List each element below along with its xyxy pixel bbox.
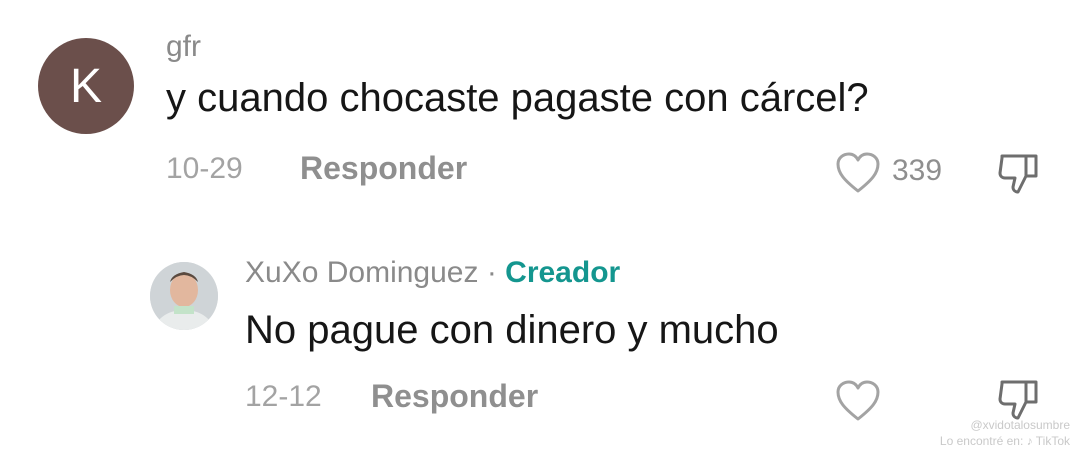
watermark-handle: @xvidotalosumbre [970,418,1070,432]
dislike-icon[interactable] [996,150,1040,196]
heart-icon[interactable] [834,150,882,194]
avatar[interactable]: K [38,38,134,134]
reply-button[interactable]: Responder [300,150,467,187]
comment-text: No pague con dinero y mucho [245,308,779,352]
comment-text: y cuando chocaste pagaste con cárcel? [166,76,869,120]
watermark-source: Lo encontré en: ♪ TikTok [939,434,1070,448]
like-count: 339 [892,154,943,187]
separator-dot: · [486,256,497,289]
reply-comment-item: XuXo Dominguez · Creador No pague con di… [0,220,1080,456]
reply-button[interactable]: Responder [371,378,538,415]
reply-username[interactable]: XuXo Dominguez · Creador [245,256,620,290]
avatar-letter: K [69,59,102,113]
dislike-icon[interactable] [996,376,1040,422]
creator-badge: Creador [505,256,621,289]
avatar[interactable] [150,262,218,330]
username[interactable]: gfr [166,30,201,64]
heart-icon[interactable] [834,378,882,422]
username[interactable]: XuXo Dominguez [245,256,478,289]
comment-date: 10-29 [166,152,243,185]
comment-date: 12-12 [245,380,322,413]
comment-item: K gfr y cuando chocaste pagaste con cárc… [0,0,1080,220]
